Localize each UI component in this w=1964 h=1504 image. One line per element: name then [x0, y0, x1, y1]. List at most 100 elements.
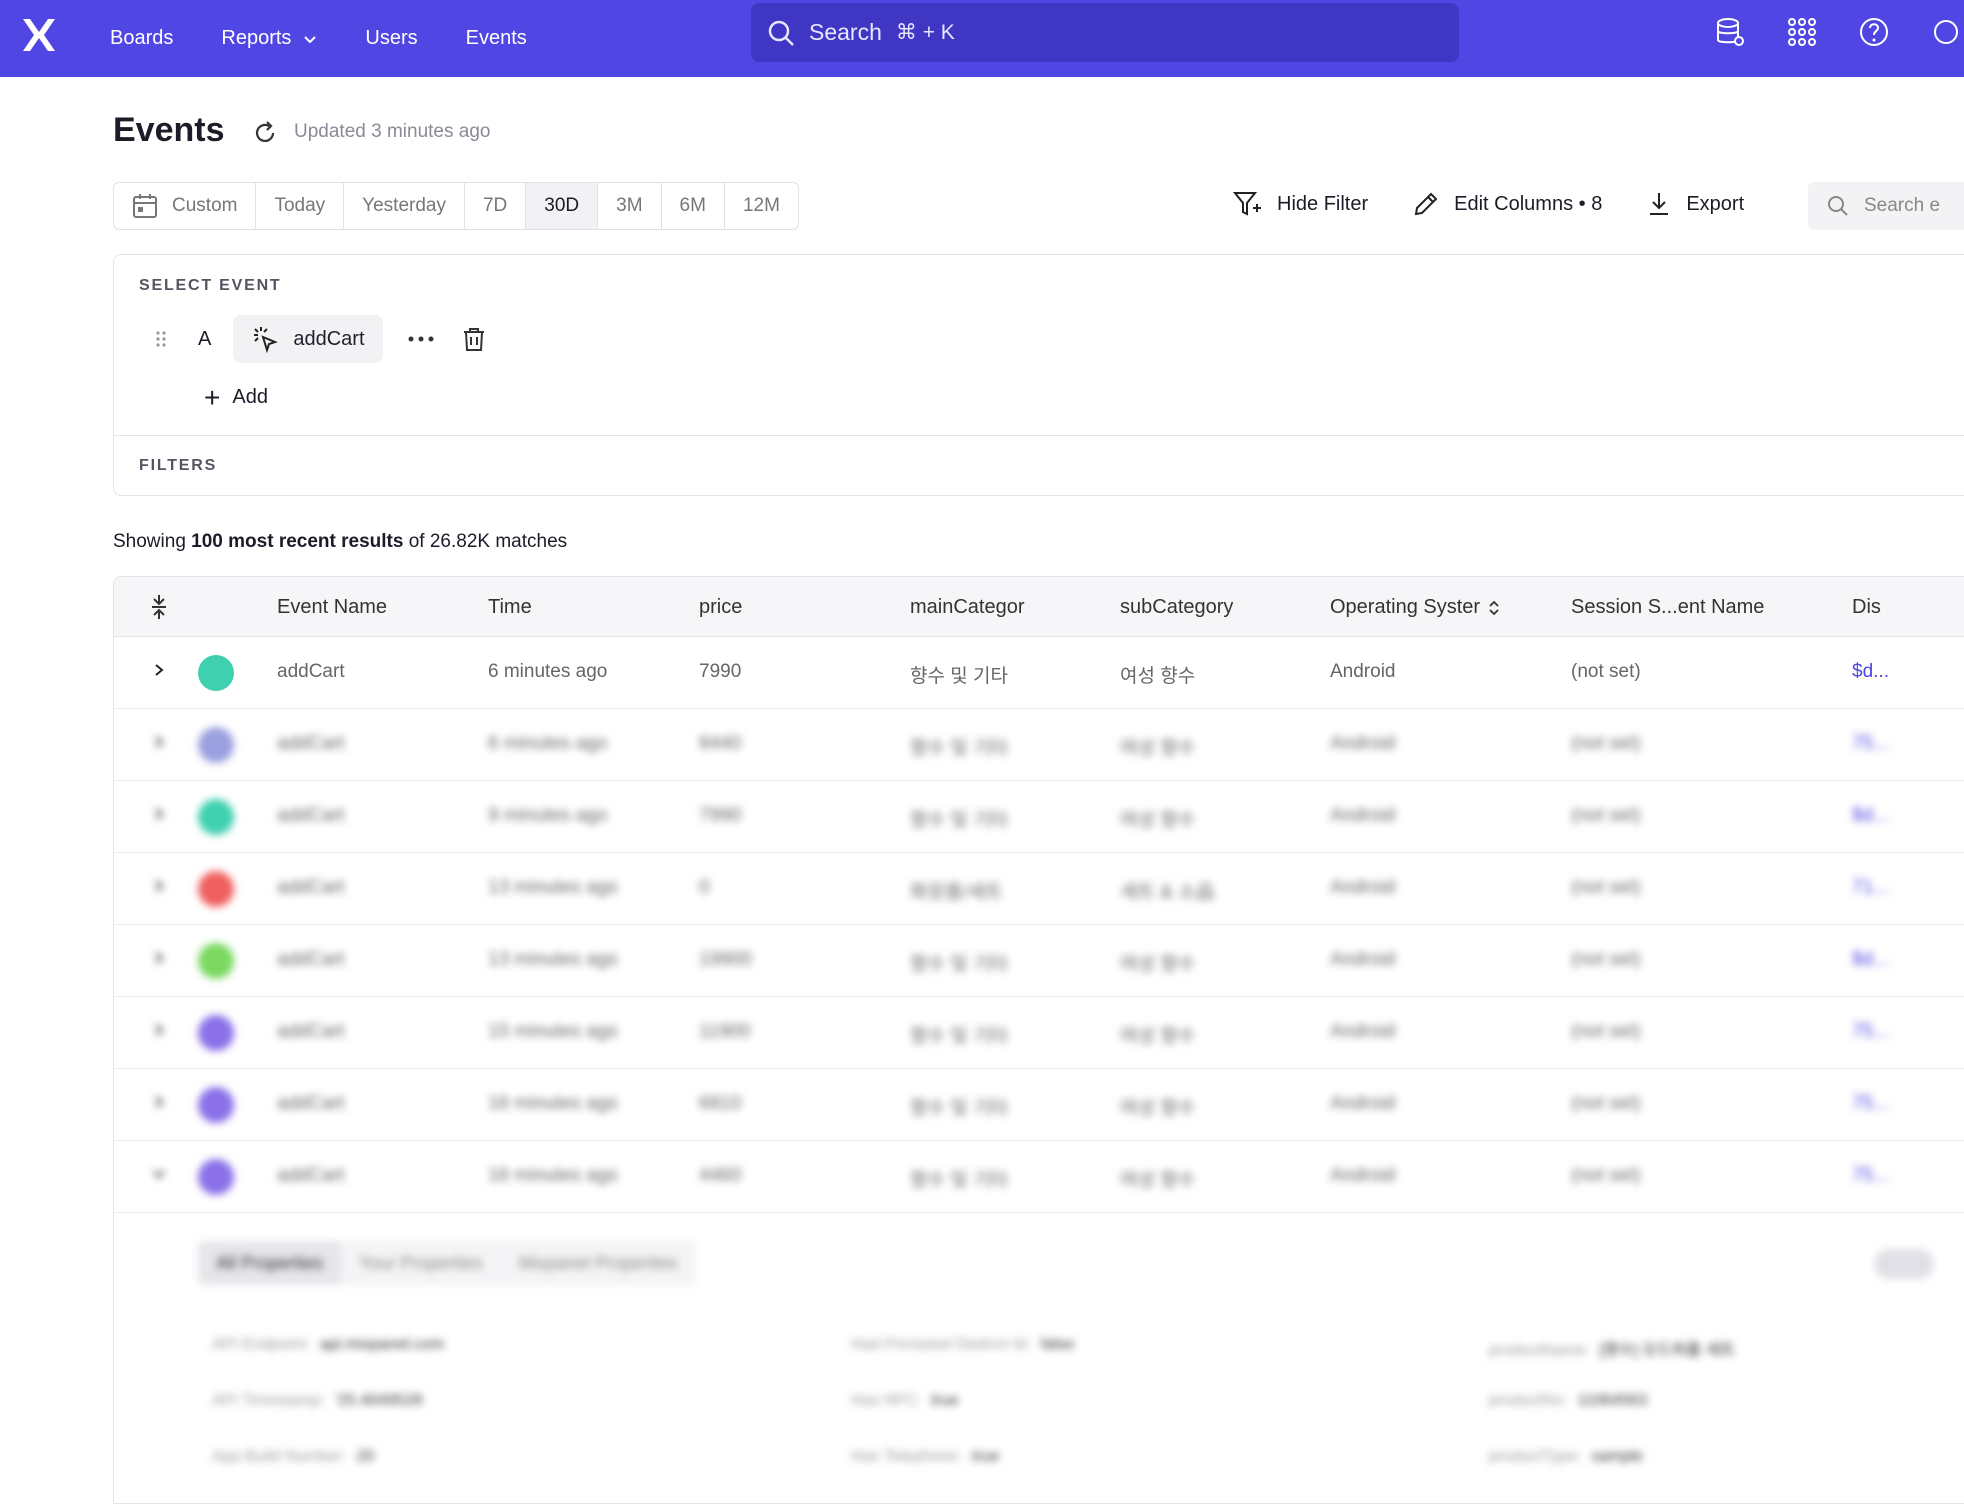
- date-3m-button[interactable]: 3M: [598, 183, 662, 229]
- avatar[interactable]: [198, 1087, 234, 1123]
- database-settings-icon[interactable]: [1712, 14, 1748, 50]
- sort-icon[interactable]: [1488, 599, 1500, 617]
- tab-mixpanel-properties[interactable]: Mixpanel Properties: [500, 1241, 695, 1285]
- chevron-down-icon: [304, 35, 317, 43]
- more-options-icon[interactable]: [407, 335, 435, 343]
- cell-time: 9 minutes ago: [488, 805, 608, 826]
- nav-events[interactable]: Events: [466, 27, 527, 50]
- cell-time: 13 minutes ago: [488, 949, 618, 970]
- cell-main-category: 화장품/세트: [910, 882, 1003, 903]
- prop-value[interactable]: api.mixpanel.com: [320, 1336, 445, 1353]
- help-icon[interactable]: [1856, 14, 1892, 50]
- tab-your-properties[interactable]: Your Properties: [341, 1241, 500, 1285]
- edit-columns-button[interactable]: Edit Columns • 8: [1412, 190, 1602, 218]
- table-row[interactable]: addCart 13 minutes ago 19900 향수 및 기타 여성 향수 An…: [114, 925, 1964, 997]
- date-12m-button[interactable]: 12M: [725, 183, 798, 229]
- global-search[interactable]: Search ⌘ + K: [751, 3, 1459, 62]
- cell-event-name: addCart: [277, 805, 345, 826]
- plus-icon: +: [204, 381, 221, 413]
- cell-price: 8440: [699, 733, 742, 754]
- date-today-button[interactable]: Today: [256, 183, 345, 229]
- cell-distinct-id[interactable]: $d...: [1852, 949, 1889, 971]
- mixpanel-logo-icon[interactable]: [20, 16, 58, 54]
- tab-all-properties[interactable]: All Properties: [198, 1241, 342, 1285]
- chevron-right-icon[interactable]: [152, 663, 166, 677]
- avatar[interactable]: [198, 1159, 234, 1195]
- cell-time: 16 minutes ago: [488, 1165, 618, 1186]
- avatar[interactable]: [198, 799, 234, 835]
- date-custom-button[interactable]: Custom: [114, 183, 257, 229]
- cell-distinct-id[interactable]: 75...: [1852, 1093, 1889, 1115]
- nav-users[interactable]: Users: [365, 27, 417, 50]
- date-6m-button[interactable]: 6M: [662, 183, 725, 229]
- drag-handle-icon[interactable]: [154, 329, 168, 349]
- avatar[interactable]: [198, 1015, 234, 1051]
- hide-filter-button[interactable]: Hide Filter: [1233, 190, 1368, 218]
- col-session-event-name[interactable]: Session S...ent Name: [1571, 596, 1764, 619]
- export-label: Export: [1686, 192, 1745, 215]
- col-price[interactable]: price: [699, 596, 742, 619]
- chevron-down-icon[interactable]: [152, 1167, 166, 1181]
- details-toggle[interactable]: [1874, 1249, 1934, 1279]
- chevron-right-icon[interactable]: [152, 1095, 166, 1109]
- table-row[interactable]: addCart 6 minutes ago 8440 향수 및 기타 여성 향수 Andr…: [114, 709, 1964, 781]
- trash-icon[interactable]: [461, 326, 487, 352]
- cell-operating-system: Android: [1330, 733, 1396, 754]
- table-row[interactable]: addCart 9 minutes ago 7990 향수 및 기타 여성 향수 Andr…: [114, 781, 1964, 853]
- date-3m-label: 3M: [616, 195, 643, 216]
- table-row[interactable]: addCart 13 minutes ago 0 화장품/세트 세트 & 소品 Andro…: [114, 853, 1964, 925]
- col-distinct-id[interactable]: Dis: [1852, 596, 1884, 619]
- prop-key: Has NFC:: [851, 1392, 922, 1409]
- date-30d-button[interactable]: 30D: [526, 183, 599, 229]
- avatar[interactable]: [198, 943, 234, 979]
- table-row-content: addCart 13 minutes ago 19900 향수 및 기타 여성 향수 An…: [114, 925, 1964, 996]
- cell-operating-system: Android: [1330, 1021, 1396, 1042]
- pencil-icon: [1414, 192, 1438, 216]
- refresh-icon[interactable]: [252, 120, 278, 146]
- chevron-right-icon[interactable]: [152, 807, 166, 821]
- cell-event-name: addCart: [277, 949, 345, 970]
- chevron-right-icon[interactable]: [152, 951, 166, 965]
- table-row[interactable]: addCart 15 minutes ago 11900 향수 및 기타 여성 향수 An…: [114, 997, 1964, 1069]
- collapse-all-icon[interactable]: [150, 593, 168, 621]
- col-main-category[interactable]: mainCategor: [910, 596, 1035, 619]
- table-search-input[interactable]: Search e: [1808, 182, 1964, 230]
- col-time[interactable]: Time: [488, 596, 532, 619]
- cell-distinct-id[interactable]: 71...: [1852, 877, 1889, 899]
- col-operating-system[interactable]: Operating Syster: [1330, 596, 1490, 619]
- cell-distinct-id[interactable]: 75...: [1852, 733, 1889, 755]
- avatar[interactable]: [198, 871, 234, 907]
- nav-boards[interactable]: Boards: [110, 27, 173, 50]
- add-event-button[interactable]: + Add: [204, 381, 268, 413]
- prop-value: true: [971, 1448, 1000, 1465]
- cell-event-name: addCart: [277, 1021, 345, 1042]
- export-button[interactable]: Export: [1646, 190, 1744, 218]
- prop-product-no: productNo: 11064563: [1489, 1392, 1647, 1410]
- event-chip[interactable]: addCart: [233, 315, 383, 363]
- col-event-name[interactable]: Event Name: [277, 596, 387, 619]
- avatar[interactable]: [198, 655, 234, 691]
- settings-icon[interactable]: [1928, 14, 1964, 50]
- cell-price: 7990: [699, 805, 742, 826]
- table-row[interactable]: addCart 16 minutes ago 4460 향수 및 기타 여성 향수 And…: [114, 1141, 1964, 1213]
- date-yesterday-button[interactable]: Yesterday: [344, 183, 465, 229]
- apps-grid-icon[interactable]: [1784, 14, 1820, 50]
- avatar[interactable]: [198, 727, 234, 763]
- table-body: addCart 6 minutes ago 7990 향수 및 기타 여성 향수 Andr…: [114, 637, 1964, 1213]
- search-label: Search: [809, 19, 882, 45]
- col-sub-category[interactable]: subCategory: [1120, 596, 1233, 619]
- date-custom-label: Custom: [172, 195, 238, 216]
- cell-distinct-id[interactable]: 75...: [1852, 1021, 1889, 1043]
- chevron-right-icon[interactable]: [152, 735, 166, 749]
- date-7d-button[interactable]: 7D: [465, 183, 527, 229]
- chevron-right-icon[interactable]: [152, 879, 166, 893]
- chevron-right-icon[interactable]: [152, 1023, 166, 1037]
- nav-reports[interactable]: Reports: [221, 27, 317, 50]
- table-row[interactable]: addCart 16 minutes ago 6810 향수 및 기타 여성 향수 And…: [114, 1069, 1964, 1141]
- cell-time: 6 minutes ago: [488, 661, 608, 682]
- table-row[interactable]: addCart 6 minutes ago 7990 향수 및 기타 여성 향수 Andr…: [114, 637, 1964, 709]
- cell-distinct-id[interactable]: $d...: [1852, 805, 1889, 827]
- cell-distinct-id[interactable]: 75...: [1852, 1165, 1889, 1187]
- cell-distinct-id[interactable]: $d...: [1852, 661, 1889, 683]
- nav-events-label: Events: [465, 27, 527, 49]
